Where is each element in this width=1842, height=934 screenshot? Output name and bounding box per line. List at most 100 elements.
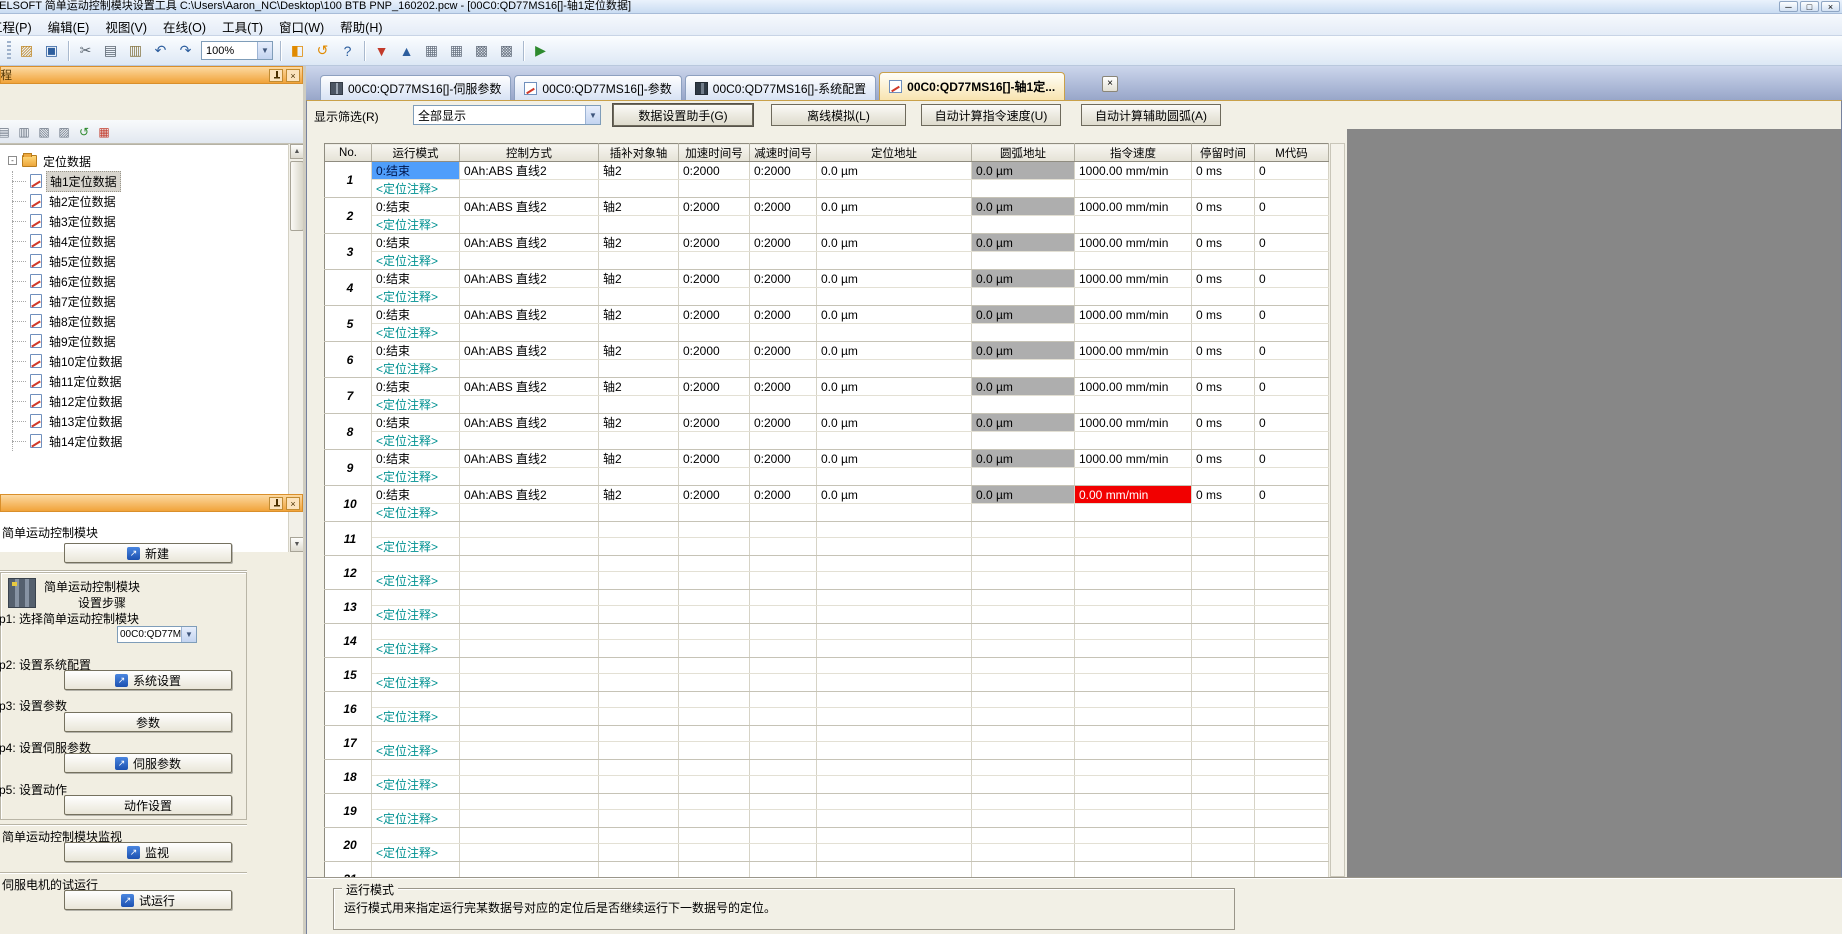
cell-dec[interactable]: 0:2000 (750, 486, 817, 504)
cell-mode[interactable] (372, 590, 460, 606)
tree-item-轴12定位数据[interactable]: 轴12定位数据 (0, 391, 288, 411)
cell-addr[interactable]: 0.0 µm (817, 378, 972, 396)
cell-acc[interactable] (679, 522, 750, 538)
cell-arc[interactable] (972, 760, 1075, 776)
cell-empty[interactable] (972, 742, 1075, 760)
cell-dwell[interactable] (1192, 658, 1255, 674)
cell-empty[interactable] (1255, 288, 1329, 306)
cell-empty[interactable] (599, 640, 679, 658)
cell-mode[interactable]: 0:结束 (372, 198, 460, 216)
cell-axis[interactable] (599, 556, 679, 572)
cell-mode[interactable] (372, 862, 460, 878)
cell-empty[interactable] (1075, 324, 1192, 342)
cell-empty[interactable] (1075, 216, 1192, 234)
cell-addr[interactable] (817, 658, 972, 674)
cell-addr[interactable] (817, 624, 972, 640)
action-settings-button[interactable]: 动作设置 (64, 795, 232, 815)
cell-empty[interactable] (972, 776, 1075, 794)
cell-empty[interactable] (1255, 252, 1329, 270)
cell-empty[interactable] (750, 432, 817, 450)
cell-arc[interactable] (972, 794, 1075, 810)
cell-comment[interactable]: <定位注释> (372, 572, 460, 590)
cell-ctrl[interactable]: 0Ah:ABS 直线2 (460, 234, 599, 252)
cell-m[interactable] (1255, 522, 1329, 538)
menu-视图(V)[interactable]: 视图(V) (97, 14, 155, 36)
cell-empty[interactable] (599, 674, 679, 692)
cell-dwell[interactable] (1192, 828, 1255, 844)
cell-empty[interactable] (599, 538, 679, 556)
cell-dec[interactable]: 0:2000 (750, 378, 817, 396)
cell-empty[interactable] (1075, 396, 1192, 414)
cell-dwell[interactable]: 0 ms (1192, 162, 1255, 180)
cell-m[interactable]: 0 (1255, 378, 1329, 396)
cell-mode[interactable] (372, 692, 460, 708)
cell-dwell[interactable]: 0 ms (1192, 450, 1255, 468)
cell-empty[interactable] (599, 776, 679, 794)
cell-empty[interactable] (972, 252, 1075, 270)
cell-empty[interactable] (750, 844, 817, 862)
cell-mode[interactable]: 0:结束 (372, 162, 460, 180)
cell-speed[interactable] (1075, 658, 1192, 674)
cell-addr[interactable]: 0.0 µm (817, 198, 972, 216)
partial-paste-icon[interactable]: ▨ (54, 122, 74, 142)
cell-arc[interactable]: 0.0 µm (972, 198, 1075, 216)
cell-comment[interactable]: <定位注释> (372, 324, 460, 342)
cell-acc[interactable] (679, 794, 750, 810)
cell-empty[interactable] (460, 360, 599, 378)
cell-empty[interactable] (1255, 360, 1329, 378)
cell-arc[interactable] (972, 590, 1075, 606)
cell-m[interactable] (1255, 624, 1329, 640)
cell-acc[interactable]: 0:2000 (679, 306, 750, 324)
cell-addr[interactable]: 0.0 µm (817, 342, 972, 360)
cell-m[interactable] (1255, 726, 1329, 742)
cell-ctrl[interactable] (460, 828, 599, 844)
cell-empty[interactable] (1192, 468, 1255, 486)
run-icon[interactable]: ▶ (529, 39, 552, 62)
cell-speed[interactable] (1075, 590, 1192, 606)
cell-axis[interactable] (599, 624, 679, 640)
cell-acc[interactable] (679, 760, 750, 776)
cell-empty[interactable] (1192, 844, 1255, 862)
cell-empty[interactable] (679, 216, 750, 234)
verify-icon[interactable]: ▦ (420, 39, 443, 62)
cell-empty[interactable] (1192, 708, 1255, 726)
cell-empty[interactable] (817, 288, 972, 306)
cell-empty[interactable] (972, 180, 1075, 198)
cell-empty[interactable] (1192, 810, 1255, 828)
cell-axis[interactable] (599, 726, 679, 742)
cell-addr[interactable]: 0.0 µm (817, 450, 972, 468)
cell-comment[interactable]: <定位注释> (372, 504, 460, 522)
new-button[interactable]: ↗ 新建 (64, 543, 232, 563)
cell-empty[interactable] (817, 252, 972, 270)
cell-axis[interactable]: 轴2 (599, 198, 679, 216)
cell-ctrl[interactable]: 0Ah:ABS 直线2 (460, 270, 599, 288)
cell-m[interactable]: 0 (1255, 234, 1329, 252)
cell-empty[interactable] (1075, 252, 1192, 270)
cell-comment[interactable]: <定位注释> (372, 360, 460, 378)
cell-mode[interactable] (372, 794, 460, 810)
cell-empty[interactable] (1255, 572, 1329, 590)
cell-comment[interactable]: <定位注释> (372, 606, 460, 624)
menu-帮助(H)[interactable]: 帮助(H) (332, 14, 390, 36)
cell-addr[interactable]: 0.0 µm (817, 486, 972, 504)
cell-m[interactable] (1255, 590, 1329, 606)
cell-mode[interactable]: 0:结束 (372, 234, 460, 252)
cell-empty[interactable] (460, 538, 599, 556)
cell-empty[interactable] (817, 708, 972, 726)
cell-acc[interactable]: 0:2000 (679, 270, 750, 288)
cell-empty[interactable] (817, 324, 972, 342)
cell-dec[interactable]: 0:2000 (750, 198, 817, 216)
cell-axis[interactable]: 轴2 (599, 162, 679, 180)
cell-mode[interactable]: 0:结束 (372, 342, 460, 360)
cell-empty[interactable] (1255, 180, 1329, 198)
tree-item-轴2定位数据[interactable]: 轴2定位数据 (0, 191, 288, 211)
cell-empty[interactable] (1192, 324, 1255, 342)
cell-empty[interactable] (679, 288, 750, 306)
cell-empty[interactable] (1075, 468, 1192, 486)
cell-comment[interactable]: <定位注释> (372, 844, 460, 862)
cell-dec[interactable] (750, 556, 817, 572)
cell-axis[interactable] (599, 658, 679, 674)
cell-empty[interactable] (460, 396, 599, 414)
cell-empty[interactable] (599, 468, 679, 486)
cell-acc[interactable] (679, 862, 750, 878)
